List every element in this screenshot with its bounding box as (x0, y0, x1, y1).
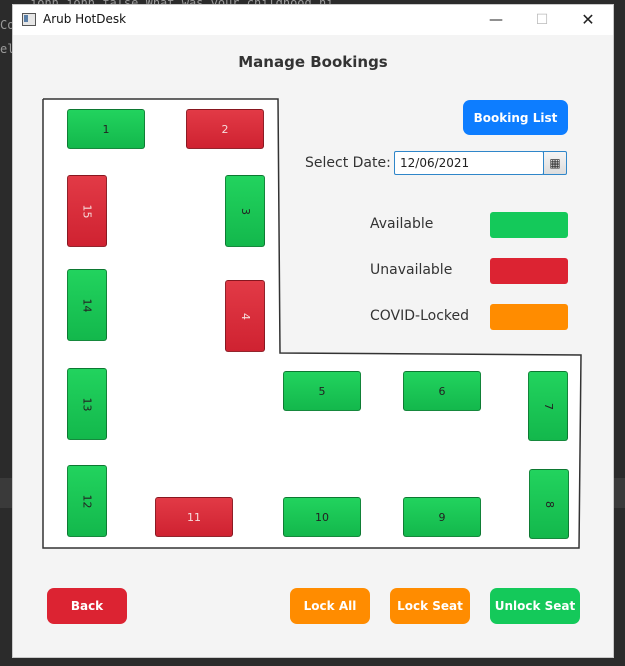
seat-label: 3 (238, 207, 252, 215)
seat-label: 10 (315, 510, 329, 524)
seat-label: 9 (438, 510, 446, 524)
lock-seat-button[interactable]: Lock Seat (390, 588, 470, 624)
seat-label: 4 (238, 312, 252, 320)
seat-13[interactable]: 13 (67, 368, 107, 440)
back-button[interactable]: Back (47, 588, 127, 624)
seat-label: 12 (80, 494, 94, 508)
seat-label: 6 (438, 384, 446, 398)
seat-9[interactable]: 9 (403, 497, 481, 537)
seat-label: 14 (80, 298, 94, 312)
seat-4[interactable]: 4 (225, 280, 265, 352)
seat-label: 15 (80, 204, 94, 218)
legend-available-swatch (490, 212, 568, 238)
select-date-label: Select Date: (305, 155, 391, 171)
seat-8[interactable]: 8 (529, 469, 569, 539)
seat-label: 11 (187, 510, 201, 524)
seat-14[interactable]: 14 (67, 269, 107, 341)
seat-label: 7 (541, 402, 555, 410)
unlock-seat-button[interactable]: Unlock Seat (490, 588, 580, 624)
date-field[interactable] (394, 151, 544, 175)
seat-2[interactable]: 2 (186, 109, 264, 149)
seat-3[interactable]: 3 (225, 175, 265, 247)
seat-6[interactable]: 6 (403, 371, 481, 411)
seat-label: 8 (542, 500, 556, 508)
seat-15[interactable]: 15 (67, 175, 107, 247)
legend-unavailable-label: Unavailable (370, 262, 453, 278)
seat-7[interactable]: 7 (528, 371, 568, 441)
seat-10[interactable]: 10 (283, 497, 361, 537)
app-window: Arub HotDesk — ☐ ✕ Manage Bookings 1 2 3… (12, 4, 614, 658)
seat-12[interactable]: 12 (67, 465, 107, 537)
seat-label: 2 (221, 122, 229, 136)
booking-list-button[interactable]: Booking List (463, 100, 568, 135)
seat-1[interactable]: 1 (67, 109, 145, 149)
legend-available-label: Available (370, 216, 434, 232)
seat-5[interactable]: 5 (283, 371, 361, 411)
seat-label: 1 (102, 122, 110, 136)
calendar-icon[interactable]: ▦ (543, 151, 567, 175)
legend-covid-locked-swatch (490, 304, 568, 330)
legend-unavailable-swatch (490, 258, 568, 284)
seat-11[interactable]: 11 (155, 497, 233, 537)
seat-label: 13 (80, 397, 94, 411)
seat-label: 5 (318, 384, 326, 398)
legend-covid-locked-label: COVID-Locked (370, 308, 470, 324)
lock-all-button[interactable]: Lock All (290, 588, 370, 624)
